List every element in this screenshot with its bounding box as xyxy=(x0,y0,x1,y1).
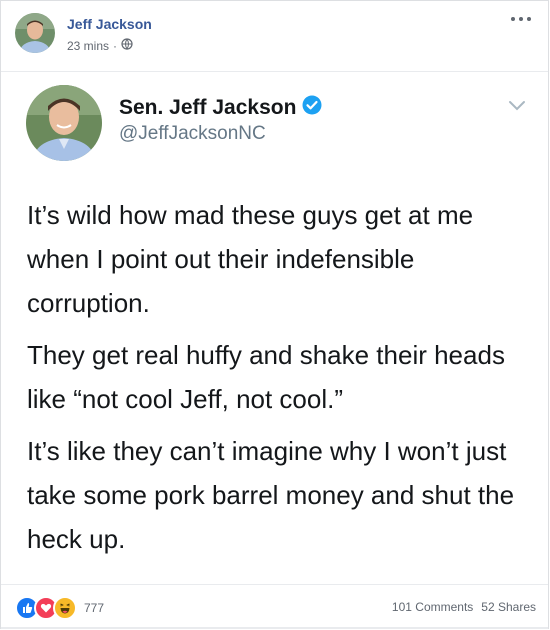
author-name-link[interactable]: Jeff Jackson xyxy=(67,16,152,32)
post-timestamp[interactable]: 23 mins xyxy=(67,39,109,53)
reaction-count[interactable]: 777 xyxy=(84,601,104,615)
reactions-summary[interactable]: 777 xyxy=(15,596,104,620)
tweet-body: It’s wild how mad these guys get at me w… xyxy=(27,193,532,569)
meta-separator: · xyxy=(113,38,118,53)
haha-icon xyxy=(53,596,77,620)
tweet-display-name: Sen. Jeff Jackson xyxy=(119,95,322,121)
tweet-paragraph: It’s like they can’t imagine why I won’t… xyxy=(27,436,515,554)
facebook-post-card: Jeff Jackson 23 mins · Sen. Jeff Jackson… xyxy=(0,0,549,629)
chevron-down-icon xyxy=(508,99,526,111)
author-avatar[interactable] xyxy=(15,13,55,53)
tweet-name-text: Sen. Jeff Jackson xyxy=(119,96,297,119)
more-options-icon[interactable] xyxy=(510,7,532,28)
comments-count-link[interactable]: 101 Comments xyxy=(392,600,473,614)
verified-badge-icon xyxy=(302,95,322,121)
tweet-paragraph: It’s wild how mad these guys get at me w… xyxy=(27,200,474,318)
globe-icon xyxy=(121,38,133,53)
post-meta: 23 mins · xyxy=(67,38,133,53)
footer-divider xyxy=(1,584,548,585)
shares-count-link[interactable]: 52 Shares xyxy=(481,600,536,614)
header-divider xyxy=(1,71,548,72)
tweet-handle: @JeffJacksonNC xyxy=(119,123,266,144)
engagement-stats: 101 Comments 52 Shares xyxy=(392,600,536,614)
tweet-paragraph: They get real huffy and shake their head… xyxy=(27,340,505,414)
bottom-divider xyxy=(1,627,548,629)
tweet-avatar xyxy=(26,85,102,161)
